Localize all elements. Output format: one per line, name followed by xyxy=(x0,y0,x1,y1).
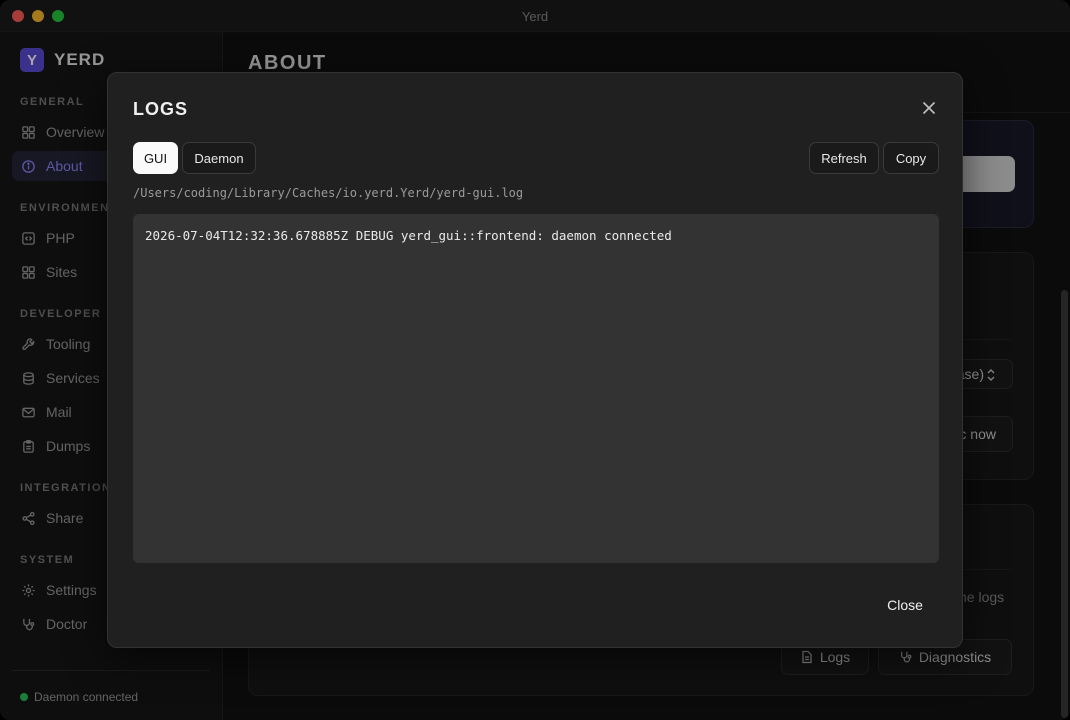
log-line: 2026-07-04T12:32:36.678885Z DEBUG yerd_g… xyxy=(145,228,672,243)
log-file-path: /Users/coding/Library/Caches/io.yerd.Yer… xyxy=(133,186,524,200)
close-icon[interactable] xyxy=(918,97,940,119)
refresh-button[interactable]: Refresh xyxy=(809,142,879,174)
copy-button[interactable]: Copy xyxy=(883,142,939,174)
close-button[interactable]: Close xyxy=(870,591,940,619)
logs-dialog: LOGS GUI Daemon Refresh Copy /Users/codi… xyxy=(107,72,963,648)
app-window: Yerd Y YERD GENERAL Overview About ENVIR… xyxy=(0,0,1070,720)
tab-daemon[interactable]: Daemon xyxy=(182,142,256,174)
tab-gui[interactable]: GUI xyxy=(133,142,178,174)
log-output[interactable]: 2026-07-04T12:32:36.678885Z DEBUG yerd_g… xyxy=(133,214,939,563)
dialog-title: LOGS xyxy=(133,99,189,119)
